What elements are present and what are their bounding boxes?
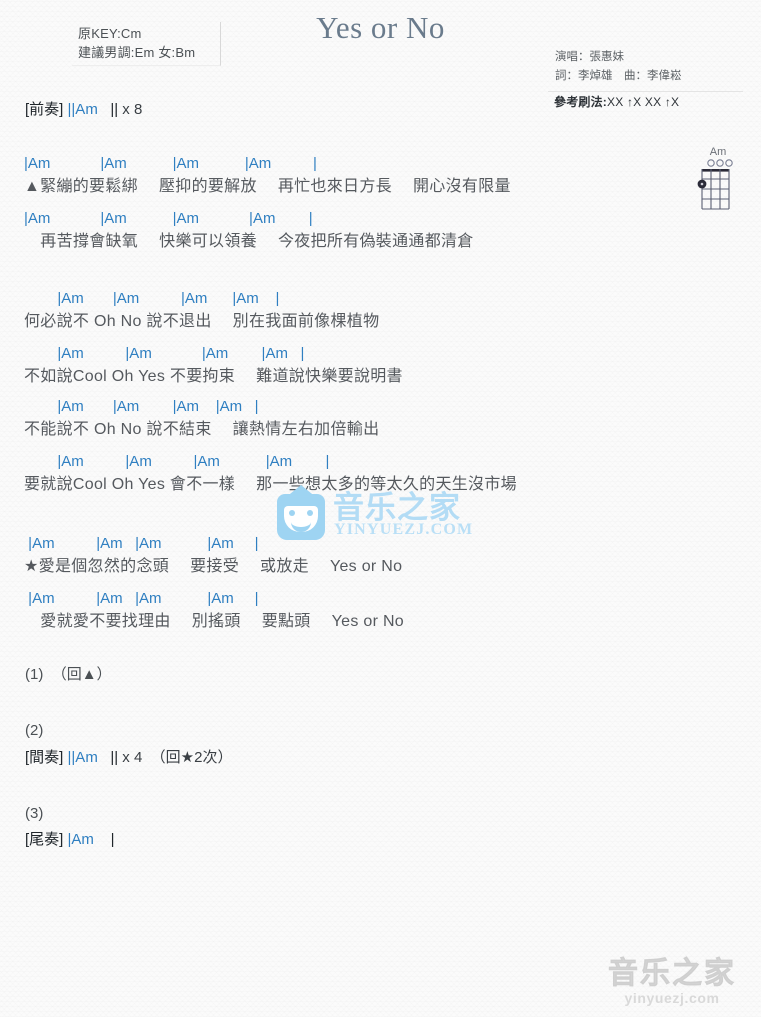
lyric-row: ▲緊繃的要鬆綁 壓抑的要解放 再忙也來日方長 開心沒有限量 [24, 178, 511, 195]
section-content: （回▲） [51, 666, 112, 683]
section-3-outro: [尾奏] |Am | [25, 830, 115, 850]
credit-singer: 演唱：張惠妹 [555, 51, 624, 63]
section-2-number: (2) [25, 720, 43, 742]
page-title: Yes or No [316, 10, 445, 45]
section-3-number: (3) [25, 803, 43, 825]
section-number: (3) [25, 805, 44, 822]
intro-line: [前奏] ||Am || x 8 [25, 100, 142, 120]
lyric-row: 不如說Cool Oh Yes 不要拘束 難道說快樂要說明書 [24, 368, 403, 385]
interlude-bars: ||Am [67, 749, 98, 766]
outro-bars: |Am [67, 831, 94, 848]
lyric-block-verse-1: |Am |Am |Am |Am | ▲緊繃的要鬆綁 壓抑的要解放 再忙也來日方長… [0, 153, 761, 254]
chord-row: |Am |Am |Am |Am | [24, 210, 313, 227]
section-number: (1) [25, 666, 44, 683]
lyric-row: ★愛是個忽然的念頭 要接受 或放走 Yes or No [24, 558, 403, 575]
interlude-note: （回★2次） [150, 749, 233, 766]
interlude-close: || [110, 749, 119, 766]
chord-row: |Am |Am |Am |Am | [24, 345, 305, 362]
chord-row: |Am |Am |Am |Am | [24, 290, 280, 307]
chord-row: |Am |Am |Am |Am | [24, 453, 330, 470]
lyric-block-chorus: |Am |Am |Am |Am | ★愛是個忽然的念頭 要接受 或放走 Yes … [0, 533, 761, 634]
section-2-interlude: [間奏] ||Am || x 4 （回★2次） [25, 748, 232, 768]
lyric-block-verse-2: |Am |Am |Am |Am | 何必說不 Oh No 說不退出 別在我面前像… [0, 288, 761, 389]
intro-close: || [110, 101, 119, 118]
outro-close: | [110, 831, 115, 848]
logo-face [284, 506, 318, 532]
lyric-row: 不能說不 Oh No 說不結束 讓熱情左右加倍輸出 [24, 421, 380, 438]
intro-repeat: x 8 [122, 101, 143, 118]
bottom-watermark-name: 音乐之家 [608, 957, 736, 990]
credits: 演唱：張惠妹 詞：李焯雄 曲：李偉崧 [523, 48, 743, 86]
strum-label: 參考刷法: [554, 95, 607, 109]
chord-sheet-page: 原KEY:Cm 建議男調:Em 女:Bm Yes or No 演唱：張惠妹 詞：… [0, 0, 761, 1017]
chord-row: |Am |Am |Am |Am | [24, 155, 317, 172]
lyric-block-verse-3: |Am |Am |Am |Am | 不能說不 Oh No 說不結束 讓熱情左右加… [0, 396, 761, 497]
strum-pattern: XX ↑X XX ↑X [607, 95, 680, 109]
lyric-row: 愛就愛不要找理由 別搖頭 要點頭 Yes or No [24, 613, 405, 630]
lyric-row: 何必說不 Oh No 說不退出 別在我面前像棵植物 [24, 313, 380, 330]
logo-smile [291, 517, 311, 532]
chord-row: |Am |Am |Am |Am | [24, 590, 259, 607]
section-1: (1) （回▲） [25, 664, 112, 686]
credit-writers: 詞：李焯雄 曲：李偉崧 [555, 70, 682, 82]
bottom-watermark-url: yinyuezj.com [624, 990, 720, 1006]
interlude-repeat: x 4 [122, 749, 143, 766]
lyric-row: 再苦撐會缺氧 快樂可以領養 今夜把所有偽裝通通都清倉 [24, 233, 474, 250]
chord-row: |Am |Am |Am |Am | [24, 398, 259, 415]
bottom-watermark: 音乐之家 yinyuezj.com [592, 957, 752, 1014]
intro-label: [前奏] [25, 101, 64, 118]
intro-bars: ||Am [67, 101, 98, 118]
chord-row: |Am |Am |Am |Am | [24, 535, 259, 552]
interlude-label: [間奏] [25, 749, 64, 766]
strumming-pattern-box: 參考刷法:XX ↑X XX ↑X [548, 91, 743, 113]
lyric-row: 要就說Cool Oh Yes 會不一樣 那一些想太多的等太久的天生沒市場 [24, 476, 517, 493]
logo-eye-left [289, 510, 295, 516]
section-number: (2) [25, 722, 44, 739]
logo-eye-right [307, 510, 313, 516]
outro-label: [尾奏] [25, 831, 64, 848]
